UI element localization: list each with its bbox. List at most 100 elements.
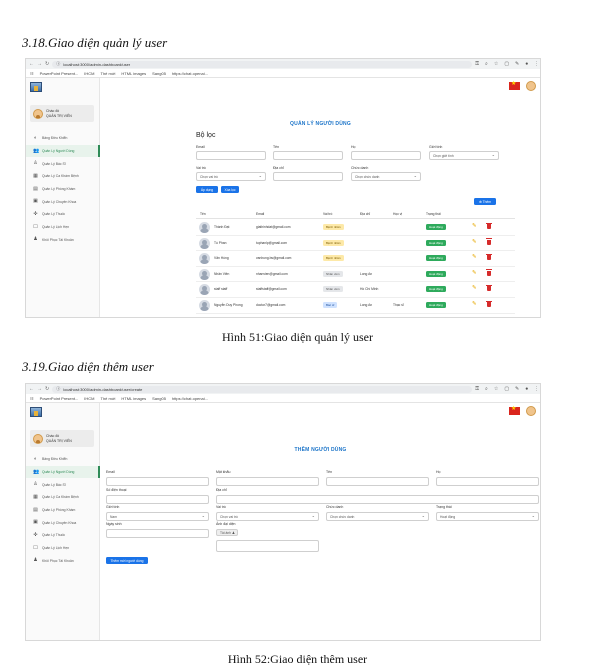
sidebar-item-clinics[interactable]: ▤ Quản Lý Phòng Khám xyxy=(26,183,100,196)
sidebar-item-shifts[interactable]: ▦ Quản Lý Ca Khám Bệnh xyxy=(26,491,100,504)
sidepanel-icon[interactable]: ▢ xyxy=(504,61,509,67)
back-icon[interactable]: ← xyxy=(29,61,34,67)
bookmark-item[interactable]: IHCM xyxy=(84,396,94,401)
sidebar-item-dashboard[interactable]: ◐ Bảng Điều Khiển xyxy=(26,132,100,145)
lastname-field[interactable] xyxy=(436,477,539,486)
bookmark-item[interactable]: IHCM xyxy=(84,71,94,76)
more-icon[interactable]: ⋮ xyxy=(534,61,539,67)
avatar[interactable] xyxy=(526,81,536,91)
profile-icon[interactable]: ● xyxy=(525,61,528,67)
clear-filter-button[interactable]: Xóa lọc xyxy=(221,186,239,193)
extensions-icon[interactable]: ✎ xyxy=(515,61,519,67)
edit-icon[interactable]: ✎ xyxy=(472,301,477,307)
delete-icon[interactable] xyxy=(486,300,492,307)
role-select[interactable]: Chọn vai trò xyxy=(196,172,266,181)
avatar[interactable] xyxy=(526,406,536,416)
table-row[interactable]: Nguyễn Duy Phong doctor7@gmail.com Bác s… xyxy=(196,298,515,314)
table-row[interactable]: staff staff staffstaff@gmail.com Nhân vi… xyxy=(196,282,515,298)
bookmark-item[interactable]: HTML images xyxy=(121,71,146,76)
app-logo[interactable] xyxy=(30,407,42,417)
forward-icon[interactable]: → xyxy=(37,61,42,67)
sidebar-item-shifts[interactable]: ▦ Quản Lý Ca Khám Bệnh xyxy=(26,170,100,183)
edit-icon[interactable]: ✎ xyxy=(472,239,477,245)
vietnam-flag-icon[interactable] xyxy=(509,405,520,415)
sidebar-item-doctors[interactable]: ♙ Quản Lý Bác Sĩ xyxy=(26,478,100,491)
sidebar-item-appointments[interactable]: ☐ Quản Lý Lịch Hẹn xyxy=(26,542,100,555)
email-filter-input[interactable] xyxy=(196,151,266,160)
edit-icon[interactable]: ✎ xyxy=(472,270,477,276)
extensions-icon[interactable]: ✎ xyxy=(515,386,519,392)
gender-select[interactable]: Chọn giới tính xyxy=(429,151,499,160)
bookmark-item[interactable]: Thẻ mới xyxy=(101,396,116,401)
birthday-field[interactable] xyxy=(106,529,209,538)
create-user-button[interactable]: Thêm mới người dùng xyxy=(106,557,148,564)
edit-icon[interactable]: ✎ xyxy=(472,285,477,291)
vietnam-flag-icon[interactable] xyxy=(509,80,520,90)
profile-icon[interactable]: ● xyxy=(525,386,528,392)
password-field[interactable] xyxy=(216,477,319,486)
sidebar-item-restore[interactable]: ♟ Khôi Phục Tài Khoản xyxy=(26,234,100,247)
phone-field[interactable] xyxy=(106,495,209,504)
zoom-icon[interactable]: ⌕ xyxy=(485,386,488,392)
delete-icon[interactable] xyxy=(486,238,492,245)
position-select[interactable]: Chọn chức danh xyxy=(326,512,429,521)
gender-select[interactable]: Nam xyxy=(106,512,209,521)
apps-icon[interactable]: ☷ xyxy=(30,71,34,76)
email-field[interactable] xyxy=(106,477,209,486)
edit-icon[interactable]: ✎ xyxy=(472,223,477,229)
reload-icon[interactable]: ↻ xyxy=(45,386,49,392)
app-logo[interactable] xyxy=(30,82,42,92)
add-user-button[interactable]: ⊕ Thêm xyxy=(474,198,496,205)
apps-icon[interactable]: ☷ xyxy=(30,396,34,401)
reload-icon[interactable]: ↻ xyxy=(45,61,49,67)
name-filter-input[interactable] xyxy=(273,151,343,160)
sidepanel-icon[interactable]: ▢ xyxy=(504,386,509,392)
name-field[interactable] xyxy=(326,477,429,486)
table-row[interactable]: Văn Hùng vanhung.bs@gmail.com Bệnh nhân … xyxy=(196,251,515,267)
sidebar-item-dashboard[interactable]: ◐ Bảng Điều Khiển xyxy=(26,453,100,466)
bookmark-item[interactable]: PowerPoint Present... xyxy=(40,71,79,76)
delete-icon[interactable] xyxy=(486,253,492,261)
back-icon[interactable]: ← xyxy=(29,386,34,392)
address-field[interactable] xyxy=(216,495,539,504)
key-icon[interactable]: ⚿ xyxy=(475,386,479,392)
sidebar-item-doctors[interactable]: ♙ Quản Lý Bác Sĩ xyxy=(26,157,100,170)
bookmark-item[interactable]: Thẻ mới xyxy=(101,71,116,76)
edit-icon[interactable]: ✎ xyxy=(472,254,477,260)
sidebar-item-appointments[interactable]: ☐ Quản Lý Lịch Hẹn xyxy=(26,221,100,234)
delete-icon[interactable] xyxy=(486,269,492,276)
address-bar[interactable]: ⓘ localhost:3000/admin-dashboard/user xyxy=(52,60,473,68)
delete-icon[interactable] xyxy=(486,222,492,229)
role-select[interactable]: Chọn vai trò xyxy=(216,512,319,521)
table-row[interactable]: Nhân Viên nhanvien@gmail.com Nhân viên L… xyxy=(196,267,515,283)
sidebar-item-medicines[interactable]: ✜ Quản Lý Thuốc xyxy=(26,208,100,221)
upload-avatar-button[interactable]: Tải ảnh ♟ xyxy=(216,529,238,536)
sidebar-item-specialties[interactable]: ▣ Quản Lý Chuyên Khoa xyxy=(26,195,100,208)
forward-icon[interactable]: → xyxy=(37,386,42,392)
sidebar-item-clinics[interactable]: ▤ Quản Lý Phòng Khám xyxy=(26,504,100,517)
apply-filter-button[interactable]: Áp dụng xyxy=(196,186,218,193)
key-icon[interactable]: ⚿ xyxy=(475,61,479,67)
table-row[interactable]: Tú Phan tuphanlp@gmail.com Bệnh nhân Hoạ… xyxy=(196,236,515,252)
more-icon[interactable]: ⋮ xyxy=(534,386,539,392)
sidebar-item-users[interactable]: 👥 Quản Lý Người Dùng xyxy=(26,144,100,158)
sidebar-item-medicines[interactable]: ✜ Quản Lý Thuốc xyxy=(26,529,100,542)
table-row[interactable]: Thành Đạt giathinhdat@gmail.com Bệnh nhâ… xyxy=(196,220,515,236)
star-icon[interactable]: ☆ xyxy=(494,386,498,392)
zoom-icon[interactable]: ⌕ xyxy=(485,61,488,67)
bookmark-item[interactable]: Sang05 xyxy=(152,396,166,401)
delete-icon[interactable] xyxy=(486,284,492,292)
status-select[interactable]: Hoạt động xyxy=(436,512,539,521)
position-select[interactable]: Chọn chức danh xyxy=(351,172,421,181)
lastname-filter-input[interactable] xyxy=(351,151,421,160)
address-filter-input[interactable] xyxy=(273,172,343,181)
bookmark-item[interactable]: https://chat.openai... xyxy=(172,396,208,401)
bookmark-item[interactable]: https://chat.openai... xyxy=(172,71,208,76)
bookmark-item[interactable]: PowerPoint Present... xyxy=(40,396,79,401)
star-icon[interactable]: ☆ xyxy=(494,61,498,67)
bookmark-item[interactable]: Sang05 xyxy=(152,71,166,76)
sidebar-item-restore[interactable]: ♟ Khôi Phục Tài Khoản xyxy=(26,555,100,568)
address-bar[interactable]: ⓘ localhost:3000/admin-dashboard/user/cr… xyxy=(52,385,473,393)
bookmark-item[interactable]: HTML images xyxy=(121,396,146,401)
sidebar-item-users[interactable]: 👥 Quản Lý Người Dùng xyxy=(26,465,100,479)
